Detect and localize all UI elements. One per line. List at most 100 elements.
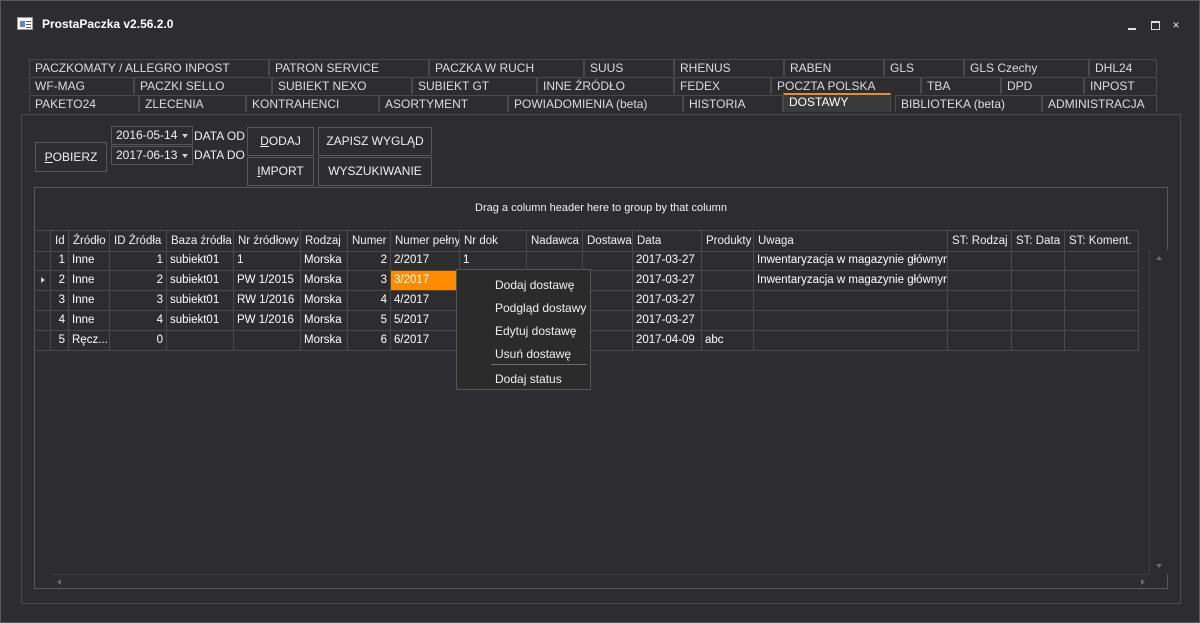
tab-suus[interactable]: SUUS: [584, 59, 674, 76]
tab-paczki-sello[interactable]: PACZKI SELLO: [134, 77, 272, 94]
zapisz-wyglad-button[interactable]: ZAPISZ WYGLĄD: [318, 127, 432, 156]
scroll-left-icon[interactable]: [57, 579, 61, 585]
cell-nr-zrodlowy[interactable]: 1: [234, 251, 301, 270]
cell-produkty[interactable]: [702, 311, 754, 330]
cell-rodzaj[interactable]: Morska: [301, 311, 348, 330]
cell-st-koment[interactable]: [1065, 331, 1139, 350]
row-indicator[interactable]: [35, 331, 51, 350]
cell-numer[interactable]: 5: [348, 311, 391, 330]
cell-data[interactable]: 2017-03-27: [633, 311, 702, 330]
cell-st-data[interactable]: [1012, 311, 1065, 330]
cell-id-zrodla[interactable]: 2: [110, 271, 167, 290]
column-header-st-koment[interactable]: ST: Koment.: [1065, 231, 1139, 251]
cell-id-zrodla[interactable]: 0: [110, 331, 167, 350]
chevron-down-icon[interactable]: [182, 154, 188, 158]
column-header-uwaga[interactable]: Uwaga: [754, 231, 948, 251]
vertical-scrollbar[interactable]: [1149, 250, 1168, 574]
column-header-numer[interactable]: Numer: [348, 231, 391, 251]
tab-kontrahenci[interactable]: KONTRAHENCI: [246, 95, 379, 112]
cell-uwaga[interactable]: Inwentaryzacja w magazynie głównym: [754, 251, 948, 270]
cell-st-data[interactable]: [1012, 331, 1065, 350]
cell-numer-pelny[interactable]: 3/2017: [391, 271, 460, 290]
cell-numer[interactable]: 4: [348, 291, 391, 310]
tab-inpost[interactable]: INPOST: [1084, 77, 1157, 94]
title-bar[interactable]: ProstaPaczka v2.56.2.0 ×: [1, 1, 1199, 47]
cell-st-koment[interactable]: [1065, 271, 1139, 290]
table-row[interactable]: 1 Inne 1 subiekt01 1 Morska 2 2/2017 1 2017-03-27…: [35, 251, 1139, 271]
cell-zrodlo[interactable]: Inne: [69, 271, 110, 290]
cell-nr-zrodlowy[interactable]: RW 1/2016: [234, 291, 301, 310]
cell-produkty[interactable]: [702, 271, 754, 290]
column-header-id-zrodla[interactable]: ID Źródła: [110, 231, 167, 251]
tab-raben[interactable]: RABEN: [784, 59, 884, 76]
tab-dhl24[interactable]: DHL24: [1089, 59, 1157, 76]
column-header-rodzaj[interactable]: Rodzaj: [301, 231, 348, 251]
cell-baza-zrodla[interactable]: [167, 331, 234, 350]
cell-nadawca[interactable]: [527, 251, 583, 270]
tab-powiadomienia[interactable]: POWIADOMIENIA (beta): [508, 95, 683, 112]
cell-data[interactable]: 2017-04-09: [633, 331, 702, 350]
pobierz-button[interactable]: POBIERZ: [35, 142, 107, 172]
cell-produkty[interactable]: [702, 291, 754, 310]
tab-gls[interactable]: GLS: [884, 59, 964, 76]
row-indicator[interactable]: [35, 271, 51, 290]
tab-historia[interactable]: HISTORIA: [683, 95, 783, 112]
cell-st-data[interactable]: [1012, 271, 1065, 290]
chevron-down-icon[interactable]: [182, 134, 188, 138]
cell-id-zrodla[interactable]: 3: [110, 291, 167, 310]
cell-st-data[interactable]: [1012, 251, 1065, 270]
cell-id-zrodla[interactable]: 4: [110, 311, 167, 330]
cell-rodzaj[interactable]: Morska: [301, 291, 348, 310]
date-to-picker[interactable]: 2017-06-13: [111, 146, 193, 165]
cell-zrodlo[interactable]: Inne: [69, 251, 110, 270]
cell-nr-zrodlowy[interactable]: PW 1/2016: [234, 311, 301, 330]
cell-st-rodzaj[interactable]: [948, 331, 1012, 350]
tab-paketo24[interactable]: PAKETO24: [29, 95, 139, 112]
column-header-baza-zrodla[interactable]: Baza źródła: [167, 231, 234, 251]
cell-id[interactable]: 4: [51, 311, 69, 330]
row-indicator[interactable]: [35, 251, 51, 270]
column-header-st-data[interactable]: ST: Data: [1012, 231, 1065, 251]
cell-uwaga[interactable]: [754, 311, 948, 330]
cell-zrodlo[interactable]: Ręcz...: [69, 331, 110, 350]
cell-baza-zrodla[interactable]: subiekt01: [167, 251, 234, 270]
cell-st-koment[interactable]: [1065, 291, 1139, 310]
cell-data[interactable]: 2017-03-27: [633, 251, 702, 270]
cell-baza-zrodla[interactable]: subiekt01: [167, 271, 234, 290]
tab-wf-mag[interactable]: WF-MAG: [29, 77, 134, 94]
cell-dostawa[interactable]: [583, 251, 633, 270]
horizontal-scrollbar[interactable]: [51, 574, 1149, 589]
tab-paczka-w-ruch[interactable]: PACZKA W RUCH: [429, 59, 584, 76]
menu-item-usun-dostawe[interactable]: Usuń dostawę: [495, 347, 571, 361]
cell-nr-zrodlowy[interactable]: [234, 331, 301, 350]
tab-subiekt-nexo[interactable]: SUBIEKT NEXO: [272, 77, 412, 94]
cell-zrodlo[interactable]: Inne: [69, 311, 110, 330]
column-header-zrodlo[interactable]: Źródło: [69, 231, 110, 251]
cell-id[interactable]: 5: [51, 331, 69, 350]
menu-item-dodaj-dostawe[interactable]: Dodaj dostawę: [495, 278, 574, 292]
maximize-icon[interactable]: [1147, 17, 1163, 33]
cell-numer-pelny[interactable]: 6/2017: [391, 331, 460, 350]
tab-poczta-polska[interactable]: POCZTA POLSKA: [771, 77, 921, 94]
cell-uwaga[interactable]: [754, 331, 948, 350]
cell-st-koment[interactable]: [1065, 251, 1139, 270]
cell-id[interactable]: 3: [51, 291, 69, 310]
column-header-numer-pelny[interactable]: Numer pełny: [391, 231, 460, 251]
dodaj-button[interactable]: DODAJ: [247, 127, 314, 156]
tab-administracja[interactable]: ADMINISTRACJA: [1042, 95, 1157, 112]
cell-numer-pelny[interactable]: 5/2017: [391, 311, 460, 330]
column-header-nadawca[interactable]: Nadawca: [527, 231, 583, 251]
cell-numer-pelny[interactable]: 4/2017: [391, 291, 460, 310]
group-by-panel[interactable]: Drag a column header here to group by th…: [35, 188, 1167, 228]
tab-dpd[interactable]: DPD: [1001, 77, 1084, 94]
import-button[interactable]: IMPORT: [247, 157, 314, 186]
column-header-dostawa[interactable]: Dostawa: [583, 231, 633, 251]
scroll-down-icon[interactable]: [1156, 564, 1162, 568]
row-indicator[interactable]: [35, 291, 51, 310]
cell-st-rodzaj[interactable]: [948, 251, 1012, 270]
menu-item-podglad-dostawy[interactable]: Podgląd dostawy: [495, 301, 586, 315]
column-header-data[interactable]: Data: [633, 231, 702, 251]
scroll-right-icon[interactable]: [1141, 579, 1145, 585]
cell-numer[interactable]: 6: [348, 331, 391, 350]
cell-data[interactable]: 2017-03-27: [633, 291, 702, 310]
